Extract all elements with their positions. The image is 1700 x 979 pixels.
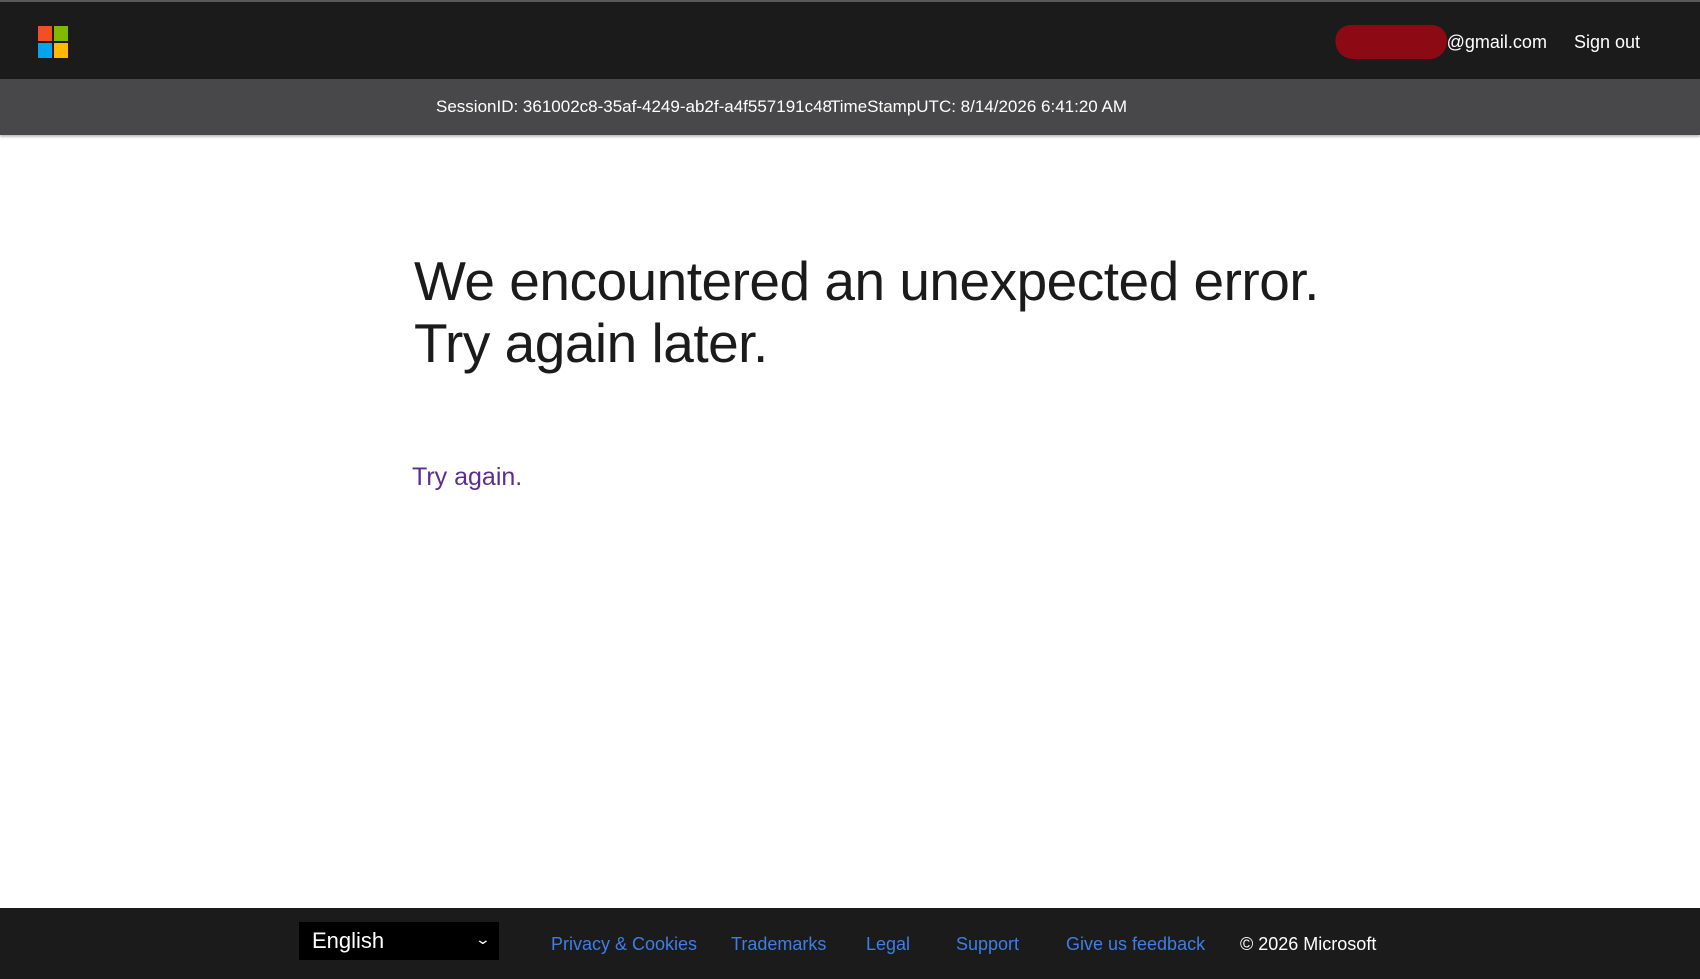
privacy-cookies-link[interactable]: Privacy & Cookies bbox=[551, 934, 697, 955]
error-heading-line1: We encountered an unexpected error. bbox=[414, 250, 1319, 312]
sign-out-link[interactable]: Sign out bbox=[1574, 32, 1640, 53]
legal-link[interactable]: Legal bbox=[866, 934, 910, 955]
language-select[interactable]: English ⌄ bbox=[299, 922, 499, 960]
copyright-text: © 2026 Microsoft bbox=[1240, 934, 1377, 954]
account-area: @gmail.com Sign out bbox=[1332, 22, 1640, 62]
chevron-down-icon: ⌄ bbox=[474, 931, 492, 947]
try-again-link[interactable]: Try again. bbox=[412, 463, 522, 492]
support-link[interactable]: Support bbox=[956, 934, 1019, 955]
logo-yellow-square bbox=[54, 43, 68, 58]
error-page: @gmail.com Sign out SessionID: 361002c8-… bbox=[0, 0, 1700, 979]
session-id: SessionID: 361002c8-35af-4249-ab2f-a4f55… bbox=[436, 97, 833, 116]
error-heading: We encountered an unexpected error. Try … bbox=[414, 250, 1319, 374]
session-info-bar: SessionID: 361002c8-35af-4249-ab2f-a4f55… bbox=[0, 79, 1700, 135]
trademarks-link[interactable]: Trademarks bbox=[731, 934, 826, 955]
microsoft-logo-icon[interactable] bbox=[38, 26, 68, 59]
logo-green-square bbox=[54, 26, 68, 41]
redaction-mark bbox=[1332, 25, 1450, 59]
timestamp-utc: TimeStampUTC: 8/14/2026 6:41:20 AM bbox=[830, 97, 1128, 116]
error-heading-line2: Try again later. bbox=[414, 312, 768, 374]
account-email: @gmail.com bbox=[1446, 31, 1547, 52]
logo-blue-square bbox=[38, 43, 52, 58]
give-feedback-link[interactable]: Give us feedback bbox=[1066, 934, 1205, 955]
language-select-value: English bbox=[312, 928, 385, 953]
top-header: @gmail.com Sign out bbox=[0, 0, 1700, 79]
footer: English ⌄ Privacy & Cookies Trademarks L… bbox=[0, 908, 1700, 979]
logo-red-square bbox=[38, 26, 52, 41]
